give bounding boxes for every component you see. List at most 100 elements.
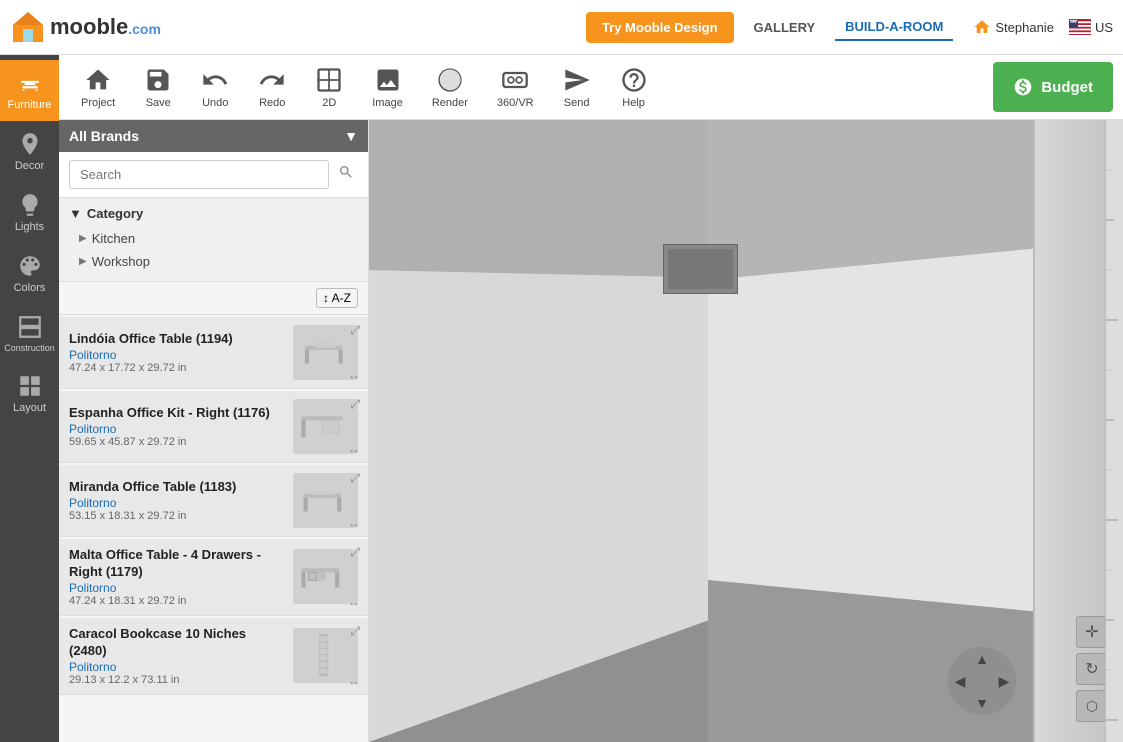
toolbar-project-label: Project xyxy=(81,97,115,109)
nav-user-area: Stephanie US xyxy=(973,18,1113,36)
region-text: US xyxy=(1095,20,1113,35)
logo-name: mooble.com xyxy=(50,14,161,40)
product-item-4[interactable]: Malta Office Table - 4 Drawers - Right (… xyxy=(59,539,368,616)
toolbar-redo[interactable]: Redo xyxy=(246,61,298,114)
product-dims-4: 47.24 x 18.31 x 29.72 in xyxy=(69,595,283,607)
sort-button[interactable]: ↕ A-Z xyxy=(316,288,358,308)
toolbar-save-label: Save xyxy=(146,97,171,109)
product-item-1[interactable]: Lindóia Office Table (1194) Politorno 47… xyxy=(59,317,368,389)
product-name-2: Espanha Office Kit - Right (1176) xyxy=(69,405,283,422)
build-a-room-link[interactable]: BUILD-A-ROOM xyxy=(835,14,953,41)
product-dims-1: 47.24 x 17.72 x 29.72 in xyxy=(69,362,283,374)
cube-view-button[interactable]: ⬡ xyxy=(1076,690,1108,722)
product-move-icon-3: ↔ xyxy=(348,516,360,530)
category-item-kitchen[interactable]: ▶ Kitchen xyxy=(69,227,358,250)
nav-up-button[interactable]: ▲ xyxy=(971,648,993,670)
logo-house-icon xyxy=(10,9,46,45)
category-title: Category xyxy=(87,206,143,221)
nav-widget: ▲ ◀ ▶ ▼ xyxy=(946,645,1018,717)
redo-icon xyxy=(258,66,286,94)
category-section: ▼ Category ▶ Kitchen ▶ Workshop xyxy=(59,198,368,282)
category-item-workshop[interactable]: ▶ Workshop xyxy=(69,250,358,273)
toolbar-send[interactable]: Send xyxy=(551,61,603,114)
product-name-3: Miranda Office Table (1183) xyxy=(69,479,283,496)
product-dims-2: 59.65 x 45.87 x 29.72 in xyxy=(69,436,283,448)
product-dims-3: 53.15 x 18.31 x 29.72 in xyxy=(69,510,283,522)
product-name-5: Caracol Bookcase 10 Niches (2480) xyxy=(69,626,283,660)
product-brand-2: Politorno xyxy=(69,422,283,436)
search-input[interactable] xyxy=(69,160,329,189)
toolbar-help-label: Help xyxy=(622,97,645,109)
toolbar-360vr[interactable]: 360/VR xyxy=(485,61,546,114)
try-mooble-button[interactable]: Try Mooble Design xyxy=(586,12,734,43)
region-selector[interactable]: US xyxy=(1069,19,1113,35)
toolbar-2d[interactable]: 2D xyxy=(303,61,355,114)
decor-label: Decor xyxy=(15,160,44,172)
layout-icon xyxy=(17,373,43,399)
layout-label: Layout xyxy=(13,402,46,414)
product-info-3: Miranda Office Table (1183) Politorno 53… xyxy=(69,479,283,522)
home-icon xyxy=(973,18,991,36)
product-move-icon-5: ↔ xyxy=(348,674,360,688)
left-panel: All Brands Politorno Ashley IKEA ▼ ▼ Cat… xyxy=(59,120,369,742)
brand-dropdown[interactable]: All Brands Politorno Ashley IKEA xyxy=(69,128,344,144)
product-item-5[interactable]: Caracol Bookcase 10 Niches (2480) Polito… xyxy=(59,618,368,695)
save-icon xyxy=(144,66,172,94)
lights-label: Lights xyxy=(15,221,44,233)
product-info-4: Malta Office Table - 4 Drawers - Right (… xyxy=(69,547,283,607)
nav-down-button[interactable]: ▼ xyxy=(971,692,993,714)
product-item-3[interactable]: Miranda Office Table (1183) Politorno 53… xyxy=(59,465,368,537)
sidebar-item-lights[interactable]: Lights xyxy=(0,182,59,243)
sidebar-item-furniture[interactable]: Furniture xyxy=(0,60,59,121)
kitchen-arrow-icon: ▶ xyxy=(79,233,87,244)
toolbar-redo-label: Redo xyxy=(259,97,285,109)
product-item-2[interactable]: Espanha Office Kit - Right (1176) Polito… xyxy=(59,391,368,463)
product-move-icon-2: ↔ xyxy=(348,442,360,456)
product-info-1: Lindóia Office Table (1194) Politorno 47… xyxy=(69,331,283,374)
flag-icon xyxy=(1069,19,1091,35)
user-menu[interactable]: Stephanie xyxy=(973,18,1054,36)
product-brand-3: Politorno xyxy=(69,496,283,510)
username: Stephanie xyxy=(995,20,1054,35)
main-layout: All Brands Politorno Ashley IKEA ▼ ▼ Cat… xyxy=(0,120,1123,742)
top-navbar: mooble.com Try Mooble Design GALLERY BUI… xyxy=(0,0,1123,55)
image-icon xyxy=(374,66,402,94)
product-brand-1: Politorno xyxy=(69,348,283,362)
sidebar-item-colors[interactable]: Colors xyxy=(0,243,59,304)
toolbar-undo[interactable]: Undo xyxy=(189,61,241,114)
search-button[interactable] xyxy=(334,160,358,189)
product-info-2: Espanha Office Kit - Right (1176) Polito… xyxy=(69,405,283,448)
toolbar-project[interactable]: Project xyxy=(69,61,127,114)
product-action-icon-4: ⤢ xyxy=(350,545,360,560)
sidebar-item-layout[interactable]: Layout xyxy=(0,363,59,424)
render-icon xyxy=(436,66,464,94)
budget-label: Budget xyxy=(1041,79,1093,96)
colors-label: Colors xyxy=(14,282,46,294)
project-icon xyxy=(84,66,112,94)
sidebar-item-decor[interactable]: Decor xyxy=(0,121,59,182)
toolbar-render[interactable]: Render xyxy=(420,61,480,114)
sidebar-item-construction[interactable]: Construction xyxy=(0,304,59,363)
ruler xyxy=(1105,120,1123,742)
budget-button[interactable]: Budget xyxy=(993,62,1113,112)
toolbar-send-label: Send xyxy=(564,97,590,109)
nav-arrows-grid: ▲ ◀ ▶ ▼ xyxy=(949,648,1015,714)
brand-dropdown-arrow: ▼ xyxy=(344,128,358,144)
move-tool-button[interactable]: ✛ xyxy=(1076,616,1108,648)
viewport: ▲ ◀ ▶ ▼ ✛ ↻ ⬡ xyxy=(369,120,1123,742)
product-brand-5: Politorno xyxy=(69,660,283,674)
toolbar-render-label: Render xyxy=(432,97,468,109)
logo-domain: .com xyxy=(128,21,161,37)
product-move-icon-4: ↔ xyxy=(348,595,360,609)
toolbar-save[interactable]: Save xyxy=(132,61,184,114)
nav-left-button[interactable]: ◀ xyxy=(949,670,971,692)
toolbar-image[interactable]: Image xyxy=(360,61,415,114)
gallery-link[interactable]: GALLERY xyxy=(744,15,826,40)
category-chevron: ▼ xyxy=(69,206,82,221)
furniture-label: Furniture xyxy=(7,99,51,111)
toolbar-help[interactable]: Help xyxy=(608,61,660,114)
product-dims-5: 29.13 x 12.2 x 73.11 in xyxy=(69,674,283,686)
nav-right-button[interactable]: ▶ xyxy=(993,670,1015,692)
sort-bar: ↕ A-Z xyxy=(59,282,368,315)
rotate-tool-button[interactable]: ↻ xyxy=(1076,653,1108,685)
